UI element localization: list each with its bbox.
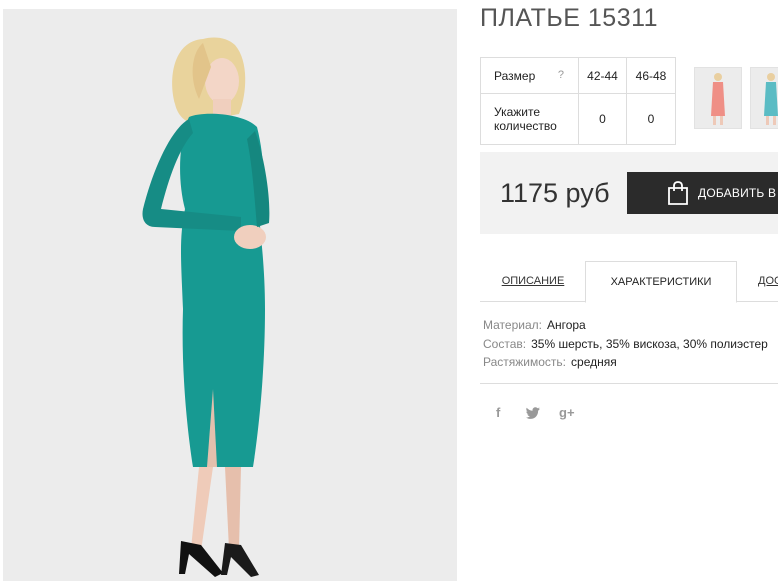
spec-material: Материал: Ангора <box>483 316 768 335</box>
thumbnail-coral-dress-image <box>695 68 741 128</box>
spec-material-key: Материал: <box>483 318 542 332</box>
model-illustration <box>3 9 457 581</box>
quantity-label: Укажите количество <box>480 93 579 145</box>
product-price: 1175 руб <box>500 178 610 208</box>
spec-stretch: Растяжимость: средняя <box>483 353 768 372</box>
add-to-cart-label: ДОБАВИТЬ В З <box>698 186 778 200</box>
product-photo[interactable] <box>3 9 457 581</box>
size-quantity-table: Размер ? 42-44 46-48 Укажите количество … <box>480 57 676 145</box>
tab-characteristics[interactable]: ХАРАКТЕРИСТИКИ <box>585 261 737 303</box>
shopping-bag-icon <box>666 180 690 209</box>
spec-composition-value: 35% шерсть, 35% вискоза, 30% полиэстер <box>531 336 768 351</box>
quantity-input-42-44[interactable]: 0 <box>578 93 627 145</box>
price-box: 1175 руб ДОБАВИТЬ В З <box>480 152 778 234</box>
tab-delivery[interactable]: ДОС <box>758 261 778 301</box>
facebook-icon[interactable]: f <box>496 405 500 420</box>
size-label-cell: Размер ? <box>480 57 579 94</box>
spec-stretch-value: средняя <box>571 355 617 369</box>
twitter-icon[interactable] <box>526 407 540 422</box>
size-label: Размер <box>494 68 536 83</box>
quantity-input-46-48[interactable]: 0 <box>626 93 676 145</box>
tab-description[interactable]: ОПИСАНИЕ <box>480 261 586 301</box>
thumbnail-teal-dress-image <box>751 68 778 128</box>
product-tabs: ОПИСАНИЕ ХАРАКТЕРИСТИКИ ДОС <box>480 261 778 303</box>
spec-material-value: Ангора <box>546 318 586 332</box>
size-option-46-48: 46-48 <box>626 57 676 94</box>
product-title: ПЛАТЬЕ 15311 <box>480 4 659 32</box>
divider <box>480 383 778 384</box>
size-option-42-44: 42-44 <box>578 57 627 94</box>
specs-list: Материал: Ангора Состав: 35% шерсть, 35% в… <box>483 316 768 372</box>
size-help-icon[interactable]: ? <box>558 69 564 81</box>
thumbnail-coral-dress[interactable] <box>694 67 742 129</box>
spec-composition-key: Состав: <box>483 336 527 351</box>
thumbnail-teal-dress[interactable] <box>750 67 778 129</box>
spec-composition: Состав: 35% шерсть, 35% вискоза, 30% поли… <box>483 335 768 354</box>
google-plus-icon[interactable]: g+ <box>559 405 575 420</box>
spec-stretch-key: Растяжимость: <box>483 355 567 369</box>
add-to-cart-button[interactable]: ДОБАВИТЬ В З <box>627 172 778 214</box>
